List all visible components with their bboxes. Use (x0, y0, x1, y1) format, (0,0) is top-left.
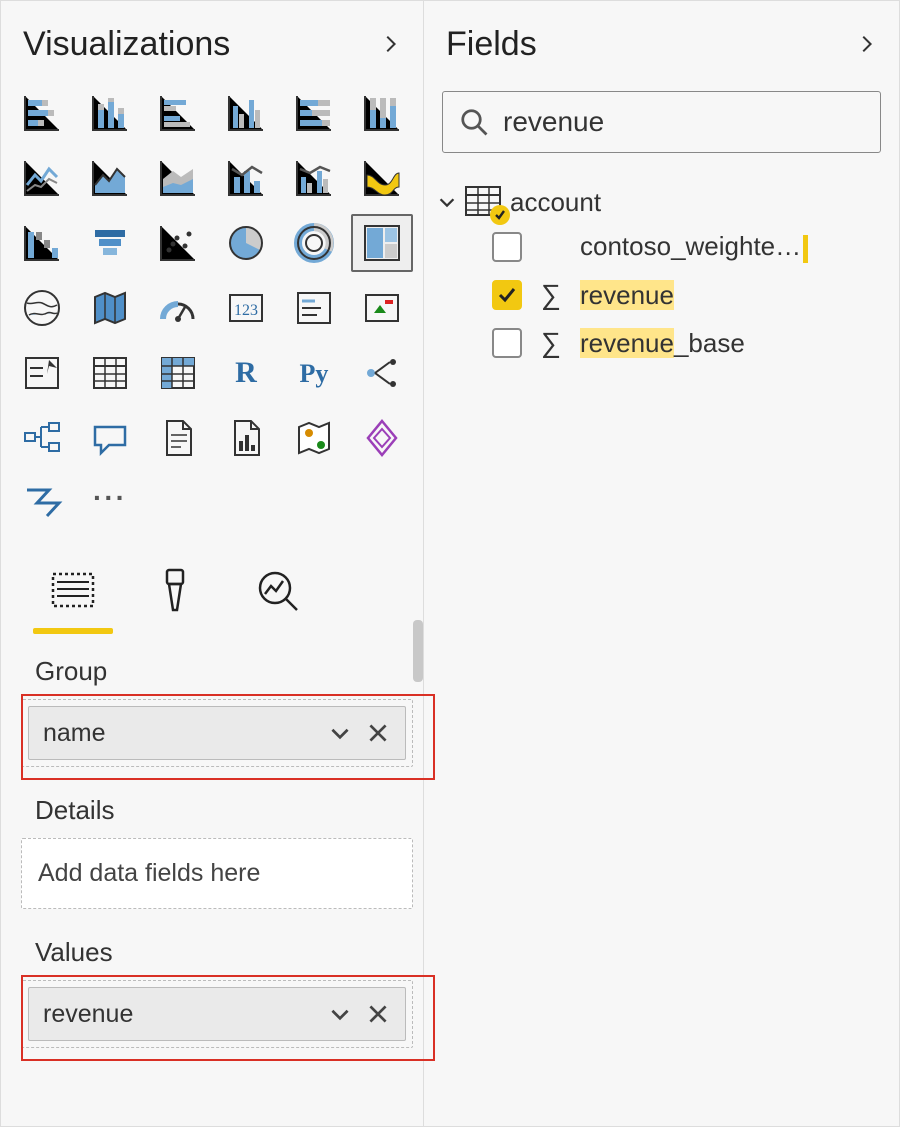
visualization-gallery: 123 R Py ··· (1, 79, 423, 536)
key-influencers-icon[interactable] (351, 344, 413, 402)
pie-chart-icon[interactable] (215, 214, 277, 272)
funnel-chart-icon[interactable] (79, 214, 141, 272)
sigma-icon: ∑ (536, 327, 566, 359)
search-container (424, 79, 899, 161)
field-checkbox[interactable] (492, 280, 522, 310)
chevron-down-icon[interactable] (327, 1001, 353, 1027)
power-apps-icon[interactable] (351, 409, 413, 467)
field-checkbox[interactable] (492, 328, 522, 358)
selected-badge-icon (490, 205, 510, 225)
wells-scrollbar[interactable] (413, 620, 423, 682)
table-icon[interactable] (79, 344, 141, 402)
values-well-label: Values (21, 937, 413, 968)
stacked-column-chart-icon[interactable] (79, 84, 141, 142)
donut-chart-icon[interactable] (283, 214, 345, 272)
sigma-icon: ∑ (536, 279, 566, 311)
waterfall-chart-icon[interactable] (11, 214, 73, 272)
stacked-area-chart-icon[interactable] (147, 149, 209, 207)
table-node-account[interactable]: account (430, 181, 893, 223)
line-clustered-column-chart-icon[interactable] (283, 149, 345, 207)
svg-text:R: R (235, 356, 257, 389)
values-field-name: revenue (43, 1000, 315, 1029)
field-wells: Group name Details Add data fields here … (1, 626, 423, 1076)
details-placeholder: Add data fields here (28, 845, 406, 902)
group-field-chip[interactable]: name (28, 706, 406, 760)
card-icon[interactable]: 123 (215, 279, 277, 337)
field-name: contoso_weighte… (580, 231, 808, 262)
group-field-name: name (43, 719, 315, 748)
r-visual-icon[interactable]: R (215, 344, 277, 402)
field-item-revenue-base[interactable]: ∑ revenue_base (430, 319, 893, 367)
search-box[interactable] (442, 91, 881, 153)
remove-field-icon[interactable] (365, 720, 391, 746)
filled-map-icon[interactable] (79, 279, 141, 337)
values-field-chip[interactable]: revenue (28, 987, 406, 1041)
qna-icon[interactable] (79, 409, 141, 467)
ribbon-chart-icon[interactable] (351, 149, 413, 207)
power-bi-report-icon[interactable] (215, 409, 277, 467)
field-checkbox[interactable] (492, 232, 522, 262)
property-tabs (1, 536, 423, 626)
slicer-icon[interactable] (11, 344, 73, 402)
visualizations-title: Visualizations (23, 25, 230, 64)
scatter-chart-icon[interactable] (147, 214, 209, 272)
chevron-down-icon (436, 191, 458, 213)
fields-title: Fields (446, 25, 537, 64)
group-dropzone[interactable]: name (21, 699, 413, 767)
values-well: Values revenue (21, 937, 413, 1048)
field-name: revenue_base (580, 328, 745, 359)
search-icon (459, 107, 489, 137)
remove-field-icon[interactable] (365, 1001, 391, 1027)
area-chart-icon[interactable] (79, 149, 141, 207)
python-visual-icon[interactable]: Py (283, 344, 345, 402)
visualizations-header: Visualizations (1, 1, 423, 79)
analytics-tab[interactable] (241, 554, 313, 626)
chevron-down-icon[interactable] (327, 720, 353, 746)
svg-text:123: 123 (234, 302, 258, 319)
values-dropzone[interactable]: revenue (21, 980, 413, 1048)
visualizations-pane: Visualizations 123 R (0, 0, 423, 1127)
details-well: Details Add data fields here (21, 795, 413, 909)
hundred-percent-column-chart-icon[interactable] (351, 84, 413, 142)
line-chart-icon[interactable] (11, 149, 73, 207)
clustered-column-chart-icon[interactable] (215, 84, 277, 142)
group-well-label: Group (21, 656, 413, 687)
gauge-icon[interactable] (147, 279, 209, 337)
field-item-revenue[interactable]: ∑ revenue (430, 271, 893, 319)
clustered-bar-chart-icon[interactable] (147, 84, 209, 142)
format-tab[interactable] (139, 554, 211, 626)
field-name: revenue (580, 280, 674, 311)
fields-tab[interactable] (37, 554, 109, 626)
svg-text:Py: Py (300, 359, 329, 388)
collapse-icon[interactable] (379, 33, 401, 55)
kpi-icon[interactable] (351, 279, 413, 337)
treemap-chart-icon[interactable] (351, 214, 413, 272)
matrix-icon[interactable] (147, 344, 209, 402)
hundred-percent-bar-chart-icon[interactable] (283, 84, 345, 142)
search-input[interactable] (503, 106, 864, 138)
map-icon[interactable] (11, 279, 73, 337)
line-stacked-column-chart-icon[interactable] (215, 149, 277, 207)
details-well-label: Details (21, 795, 413, 826)
details-dropzone[interactable]: Add data fields here (21, 838, 413, 909)
field-item-contoso-weighte[interactable]: ∑ contoso_weighte… (430, 223, 893, 271)
multi-row-card-icon[interactable] (283, 279, 345, 337)
more-visuals-button[interactable]: ··· (79, 474, 141, 532)
fields-header: Fields (424, 1, 899, 79)
table-name: account (510, 187, 601, 218)
field-tree: account ∑ contoso_weighte… ∑ revenue ∑ r… (424, 161, 899, 387)
arcgis-map-icon[interactable] (283, 409, 345, 467)
power-automate-icon[interactable] (11, 474, 73, 532)
collapse-icon[interactable] (855, 33, 877, 55)
paginated-report-icon[interactable] (147, 409, 209, 467)
stacked-bar-chart-icon[interactable] (11, 84, 73, 142)
table-icon (464, 185, 504, 219)
decomposition-tree-icon[interactable] (11, 409, 73, 467)
group-well: Group name (21, 656, 413, 767)
fields-pane: Fields account ∑ contoso_weighte… ∑ reve… (423, 0, 900, 1127)
